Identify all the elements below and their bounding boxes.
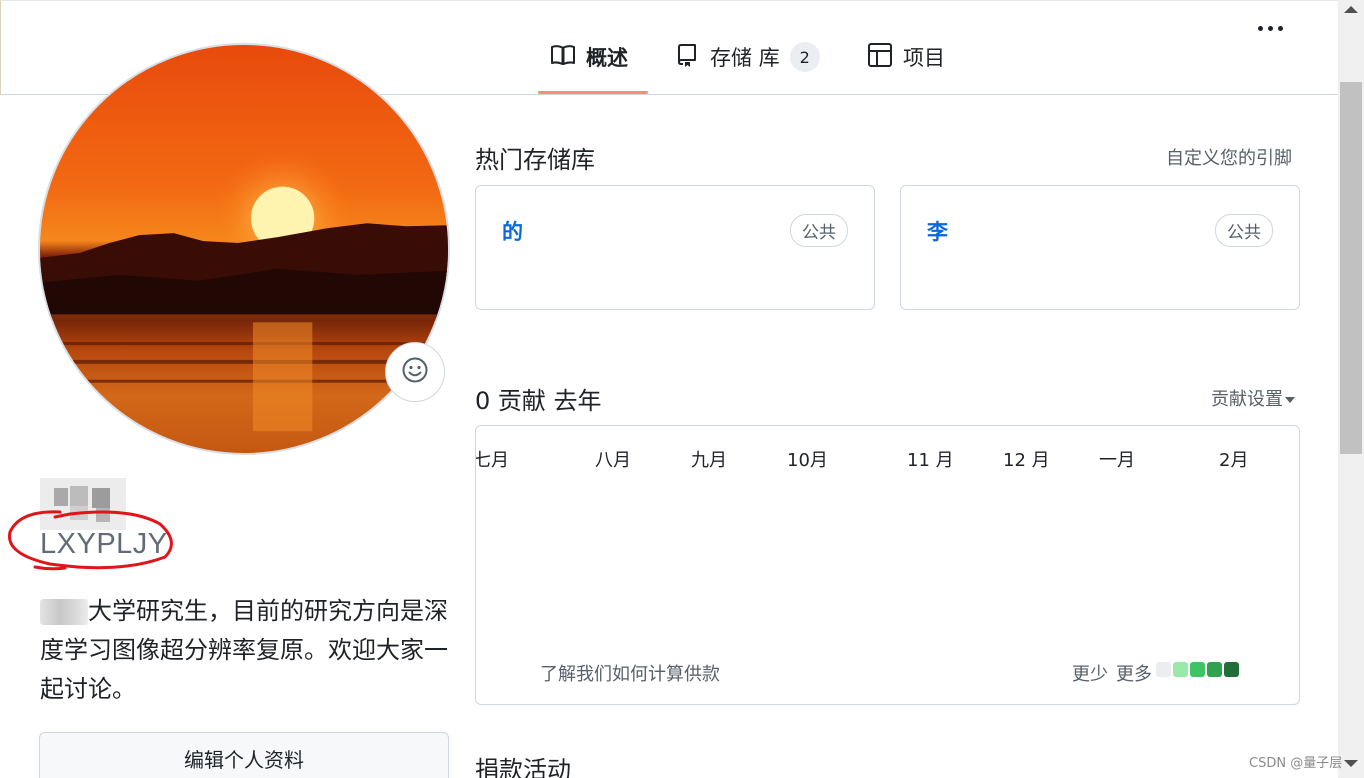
- contributions-title: 0 贡献 去年: [475, 387, 602, 415]
- contribution-settings-dropdown[interactable]: 贡献设置: [1211, 385, 1295, 411]
- legend-more-label: 更多: [1116, 664, 1152, 685]
- month-label: 2月: [1219, 450, 1249, 471]
- scroll-down-arrow-icon[interactable]: [1344, 760, 1358, 767]
- more-options-icon[interactable]: [1258, 26, 1283, 31]
- visibility-badge: 公共: [1215, 214, 1273, 247]
- legend-level-1: [1173, 662, 1188, 677]
- repo-link[interactable]: 的: [502, 216, 523, 246]
- month-label: 一月: [1099, 450, 1135, 471]
- month-label: 七月: [475, 450, 509, 471]
- tab-repositories[interactable]: 存储 库 2: [674, 40, 820, 74]
- profile-bio: 大学研究生，目前的研究方向是深度学习图像超分辨率复原。欢迎大家一起讨论。: [40, 592, 455, 709]
- visibility-badge: 公共: [790, 214, 848, 247]
- repo-icon: [674, 42, 700, 73]
- tab-projects-label: 项目: [903, 46, 945, 70]
- repo-count-badge: 2: [789, 42, 820, 72]
- month-label: 九月: [691, 450, 727, 471]
- scroll-up-arrow-icon[interactable]: [1344, 6, 1358, 13]
- watermark: CSDN @量子层: [1249, 756, 1343, 771]
- active-tab-indicator: [538, 91, 648, 94]
- repo-card: 的 公共: [475, 185, 875, 310]
- month-label: 11 月: [907, 450, 954, 471]
- contribution-settings-label: 贡献设置: [1211, 389, 1283, 410]
- legend-level-4: [1224, 662, 1239, 677]
- red-annotation-circle: [8, 510, 173, 571]
- set-status-button[interactable]: [385, 342, 445, 402]
- tab-overview-label: 概述: [586, 46, 628, 70]
- legend-level-2: [1190, 662, 1205, 677]
- avatar[interactable]: [38, 43, 450, 455]
- table-icon: [867, 42, 893, 73]
- edit-profile-button[interactable]: 编辑个人资料: [39, 732, 449, 778]
- caret-down-icon: [1285, 397, 1295, 403]
- scrollbar-thumb[interactable]: [1340, 82, 1362, 454]
- month-label: 10月: [787, 450, 828, 471]
- month-label: 八月: [595, 450, 631, 471]
- repo-link[interactable]: 李: [927, 216, 948, 246]
- month-label: 12 月: [1003, 450, 1050, 471]
- learn-contributions-link[interactable]: 了解我们如何计算供款: [540, 660, 720, 686]
- tab-overview[interactable]: 概述: [550, 40, 628, 74]
- popular-repos-title: 热门存储库: [475, 146, 595, 174]
- blurred-university-name: [40, 599, 88, 625]
- contribution-legend: [1156, 662, 1239, 677]
- donation-activity-title: 捐款活动: [475, 756, 571, 778]
- repo-card: 李 公共: [900, 185, 1300, 310]
- legend-level-0: [1156, 662, 1171, 677]
- bio-text: 大学研究生，目前的研究方向是深度学习图像超分辨率复原。欢迎大家一起讨论。: [40, 597, 448, 703]
- legend-less-label: 更少: [1072, 664, 1108, 685]
- book-icon: [550, 42, 576, 73]
- tab-projects[interactable]: 项目: [867, 40, 945, 74]
- legend-level-3: [1207, 662, 1222, 677]
- tab-repositories-label: 存储 库: [710, 46, 780, 70]
- smiley-icon: [401, 356, 429, 388]
- customize-pins-link[interactable]: 自定义您的引脚: [1166, 144, 1292, 170]
